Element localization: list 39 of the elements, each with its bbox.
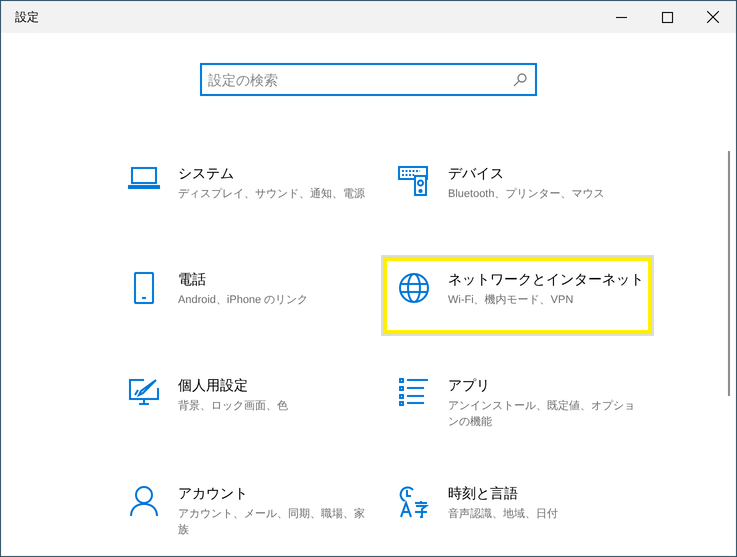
category-title: 時刻と言語 — [448, 484, 519, 503]
list-icon — [399, 378, 429, 406]
search-icon — [513, 73, 527, 87]
close-icon — [707, 11, 719, 23]
category-title: アプリ — [448, 376, 491, 395]
category-title: システム — [178, 164, 235, 183]
minimize-icon — [616, 16, 626, 18]
clock-language-icon — [399, 486, 429, 518]
scrollbar-thumb[interactable] — [728, 151, 730, 396]
search-field[interactable]: 設定の検索 — [200, 63, 537, 96]
category-description: 背景、ロック画面、色 — [178, 398, 289, 414]
settings-category[interactable]: システム ディスプレイ、サウンド、通知、電源 — [113, 151, 382, 228]
laptop-icon — [128, 166, 160, 190]
settings-category[interactable]: アプリ アンインストール、既定値、オプションの機能 — [383, 363, 652, 442]
category-title: ネットワークとインターネット — [448, 270, 644, 289]
phone-icon — [134, 272, 154, 304]
maximize-icon — [662, 12, 672, 22]
category-description: Android、iPhone のリンク — [178, 293, 310, 308]
category-description: 音声認識、地域、日付 — [448, 506, 559, 522]
globe-icon — [398, 272, 430, 304]
person-icon — [130, 486, 158, 516]
settings-category[interactable]: 電話 Android、iPhone のリンク — [113, 257, 382, 334]
category-title: 個人用設定 — [178, 376, 249, 395]
settings-category[interactable]: アカウント アカウント、メール、同期、職場、家族 — [113, 471, 382, 550]
category-description: アカウント、メール、同期、職場、家族 — [178, 506, 366, 538]
keyboard-speaker-icon — [398, 166, 430, 196]
category-title: アカウント — [178, 484, 249, 503]
category-title: 電話 — [178, 270, 207, 289]
settings-category[interactable]: 個人用設定 背景、ロック画面、色 — [113, 363, 382, 440]
category-description: ディスプレイ、サウンド、通知、電源 — [178, 186, 366, 202]
category-description: Wi-Fi、機内モード、VPN — [448, 293, 574, 308]
window-title: 設定 — [14, 8, 40, 26]
category-title: デバイス — [448, 164, 505, 183]
settings-category[interactable]: デバイス Bluetooth、プリンター、マウス — [383, 151, 652, 228]
settings-category[interactable]: 時刻と言語 音声認識、地域、日付 — [383, 471, 652, 548]
category-description: アンインストール、既定値、オプションの機能 — [448, 398, 636, 430]
monitor-brush-icon — [129, 378, 159, 406]
category-description: Bluetooth、プリンター、マウス — [448, 186, 606, 202]
settings-category[interactable]: ネットワークとインターネット Wi-Fi、機内モード、VPN — [383, 257, 652, 334]
